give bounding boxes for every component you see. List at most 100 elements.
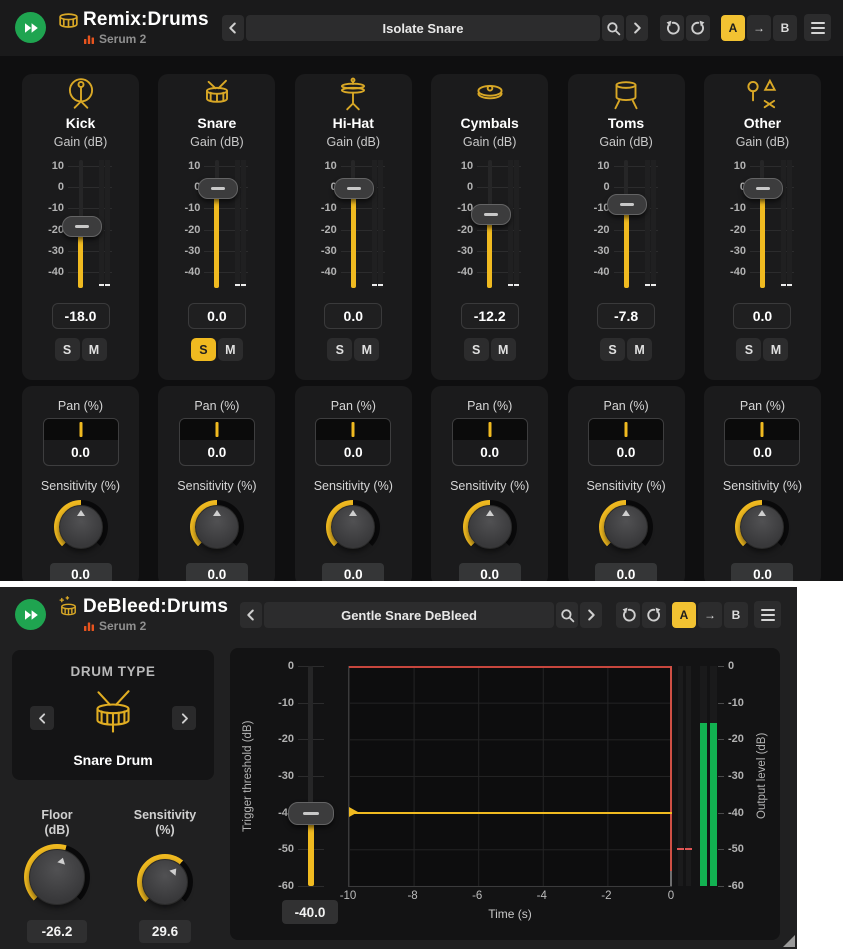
mute-button[interactable]: M (218, 338, 243, 361)
preset-name-field[interactable]: Isolate Snare (246, 15, 600, 41)
pan-label: Pan (%) (431, 386, 548, 413)
fader-handle[interactable] (743, 178, 783, 199)
pan-slider[interactable] (453, 419, 527, 440)
floor-knob[interactable] (24, 844, 90, 910)
sensitivity-value[interactable]: 29.6 (139, 920, 191, 943)
pan-tick (352, 422, 355, 437)
gain-value[interactable]: 0.0 (733, 303, 791, 329)
sensitivity-value[interactable]: 0.0 (595, 563, 657, 581)
ab-a-button[interactable]: A (721, 15, 745, 41)
sensitivity-value[interactable]: 0.0 (50, 563, 112, 581)
solo-button[interactable]: S (736, 338, 761, 361)
fader-handle[interactable] (198, 178, 238, 199)
preset-prev-button[interactable] (222, 15, 244, 41)
floor-value[interactable]: -26.2 (27, 920, 87, 943)
sensitivity-value[interactable]: 0.0 (322, 563, 384, 581)
x-tick: -6 (472, 890, 482, 902)
gain-value[interactable]: 0.0 (324, 303, 382, 329)
preset-prev-button[interactable] (240, 602, 262, 628)
gain-label: Gain (dB) (22, 135, 139, 149)
preset-name-field[interactable]: Gentle Snare DeBleed (264, 602, 554, 628)
sensitivity-knob[interactable] (326, 500, 380, 554)
bar-chart-icon (83, 620, 95, 632)
ab-copy-button[interactable]: → (698, 602, 722, 628)
gain-card: Toms Gain (dB) -40-30-20-10010 -7.8 S M (568, 74, 685, 380)
mute-button[interactable]: M (82, 338, 107, 361)
undo-button[interactable] (616, 602, 640, 628)
sensitivity-knob[interactable] (54, 500, 108, 554)
pan-value[interactable]: 0.0 (725, 440, 799, 465)
drum-type-heading: DRUM TYPE (12, 664, 214, 679)
preset-search-button[interactable] (556, 602, 578, 628)
sensitivity-knob[interactable] (190, 500, 244, 554)
solo-button[interactable]: S (191, 338, 216, 361)
menu-button[interactable] (804, 14, 831, 41)
undo-button[interactable] (660, 15, 684, 41)
pan-slider[interactable] (180, 419, 254, 440)
gain-fader: -40-30-20-10010 (158, 158, 275, 292)
mute-button[interactable]: M (491, 338, 516, 361)
ab-a-button[interactable]: A (672, 602, 696, 628)
redo-button[interactable] (642, 602, 666, 628)
sensitivity-value[interactable]: 0.0 (731, 563, 793, 581)
trigger-graph-panel: Trigger threshold (dB) -60-50-40-30-20-1… (230, 648, 780, 940)
sensitivity-label: Sensitivity (%) (568, 479, 685, 493)
redo-button[interactable] (686, 15, 710, 41)
sensitivity-value[interactable]: 0.0 (186, 563, 248, 581)
gain-value[interactable]: 0.0 (188, 303, 246, 329)
threshold-line[interactable] (349, 812, 672, 814)
sensitivity-knob[interactable] (137, 854, 193, 910)
pan-value[interactable]: 0.0 (44, 440, 118, 465)
pan-label: Pan (%) (568, 386, 685, 413)
pan-slider[interactable] (44, 419, 118, 440)
threshold-value[interactable]: -40.0 (282, 900, 338, 924)
pan-value[interactable]: 0.0 (180, 440, 254, 465)
pan-control: 0.0 (452, 418, 528, 466)
preset-next-button[interactable] (626, 15, 648, 41)
mute-button[interactable]: M (354, 338, 379, 361)
pan-control: 0.0 (179, 418, 255, 466)
menu-button[interactable] (754, 601, 781, 628)
threshold-handle[interactable] (288, 802, 334, 825)
resize-handle[interactable] (783, 935, 795, 947)
gain-value[interactable]: -12.2 (461, 303, 519, 329)
level-meter-right (378, 160, 383, 288)
solo-button[interactable]: S (55, 338, 80, 361)
ab-copy-button[interactable]: → (747, 15, 771, 41)
sensitivity-value[interactable]: 0.0 (459, 563, 521, 581)
preset-next-button[interactable] (580, 602, 602, 628)
preset-search-button[interactable] (602, 15, 624, 41)
pan-slider[interactable] (589, 419, 663, 440)
pan-value[interactable]: 0.0 (453, 440, 527, 465)
pan-control: 0.0 (588, 418, 664, 466)
gain-value[interactable]: -18.0 (52, 303, 110, 329)
fader-handle[interactable] (334, 178, 374, 199)
fader-handle[interactable] (62, 216, 102, 237)
channel-strip: Hi-Hat Gain (dB) -40-30-20-10010 0.0 S M (295, 62, 412, 581)
mute-button[interactable]: M (763, 338, 788, 361)
ab-b-button[interactable]: B (724, 602, 748, 628)
fader-handle[interactable] (471, 204, 511, 225)
fast-forward-button[interactable] (15, 12, 46, 43)
pan-slider[interactable] (725, 419, 799, 440)
fast-forward-button[interactable] (15, 599, 46, 630)
pan-slider[interactable] (316, 419, 390, 440)
undo-icon (664, 20, 681, 36)
sensitivity-knob[interactable] (735, 500, 789, 554)
level-meter-left (508, 160, 513, 288)
fader-handle[interactable] (607, 194, 647, 215)
sensitivity-knob[interactable] (463, 500, 517, 554)
threshold-arrow-icon (349, 807, 358, 817)
gain-value[interactable]: -7.8 (597, 303, 655, 329)
solo-button[interactable]: S (464, 338, 489, 361)
preset-bar: Gentle Snare DeBleed (240, 602, 602, 628)
remix-drums-window: Remix:Drums Serum 2 Isolate Snare (0, 0, 843, 581)
channel-name: Snare (158, 115, 275, 131)
pan-value[interactable]: 0.0 (316, 440, 390, 465)
ab-b-button[interactable]: B (773, 15, 797, 41)
mute-button[interactable]: M (627, 338, 652, 361)
sensitivity-knob[interactable] (599, 500, 653, 554)
solo-button[interactable]: S (327, 338, 352, 361)
solo-button[interactable]: S (600, 338, 625, 361)
pan-value[interactable]: 0.0 (589, 440, 663, 465)
